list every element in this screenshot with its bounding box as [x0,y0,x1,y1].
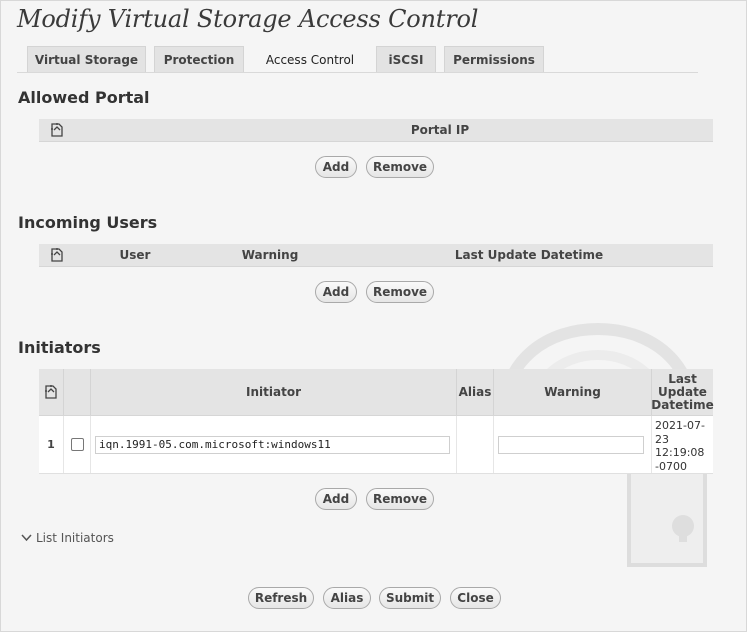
allowed-portal-title: Allowed Portal [18,88,150,107]
refresh-button[interactable]: Refresh [248,587,314,609]
initiator-cell: iqn.1991-05.com.microsoft:windows11 [90,416,456,473]
page-title: Modify Virtual Storage Access Control [17,5,478,33]
column-chooser-icon[interactable] [39,369,63,415]
alias-button[interactable]: Alias [323,587,371,609]
column-header-initiator[interactable]: Initiator [90,369,456,415]
allowed-portal-add-button[interactable]: Add [315,156,357,178]
list-initiators-label: List Initiators [36,531,114,545]
list-initiators-toggle[interactable]: List Initiators [21,531,114,545]
initiators-add-button[interactable]: Add [315,488,357,510]
column-header-warning[interactable]: Warning [493,369,651,415]
tab-virtual-storage[interactable]: Virtual Storage [27,46,146,72]
row-select-cell [63,416,90,473]
tab-protection[interactable]: Protection [154,46,244,72]
row-checkbox[interactable] [71,438,84,451]
column-header-alias[interactable]: Alias [456,369,493,415]
tab-access-control[interactable]: Access Control [252,46,368,72]
warning-cell [493,416,651,473]
initiators-title: Initiators [18,338,101,357]
column-header-select [63,369,90,415]
tab-bar: Virtual Storage Protection Access Contro… [17,46,698,73]
column-chooser-icon[interactable] [39,119,75,141]
initiators-header: Initiator Alias Warning Last Update Date… [39,369,713,416]
initiators-remove-button[interactable]: Remove [366,488,434,510]
tab-permissions[interactable]: Permissions [444,46,544,72]
column-header-warning[interactable]: Warning [195,244,345,266]
allowed-portal-remove-button[interactable]: Remove [366,156,434,178]
column-header-last-update[interactable]: Last Update Datetime [651,369,713,415]
dialog-window: Modify Virtual Storage Access Control Vi… [0,0,747,632]
allowed-portal-header: Portal IP [39,119,713,142]
table-row[interactable]: 1 iqn.1991-05.com.microsoft:windows11 20… [39,416,713,474]
column-header-portal-ip[interactable]: Portal IP [167,119,713,141]
chevron-down-icon [21,531,32,545]
row-index: 1 [39,416,63,473]
close-button[interactable]: Close [450,587,501,609]
incoming-users-title: Incoming Users [18,213,157,232]
last-update-cell: 2021-07-23 12:19:08 -0700 [651,416,713,473]
incoming-users-remove-button[interactable]: Remove [366,281,434,303]
submit-button[interactable]: Submit [379,587,441,609]
column-header-user[interactable]: User [75,244,195,266]
incoming-users-header: User Warning Last Update Datetime [39,244,713,267]
warning-input[interactable] [498,436,644,454]
tab-iscsi[interactable]: iSCSI [376,46,436,72]
alias-cell [456,416,493,473]
column-chooser-icon[interactable] [39,244,75,266]
initiator-input[interactable]: iqn.1991-05.com.microsoft:windows11 [95,436,450,454]
incoming-users-add-button[interactable]: Add [315,281,357,303]
column-header-last-update[interactable]: Last Update Datetime [345,244,713,266]
